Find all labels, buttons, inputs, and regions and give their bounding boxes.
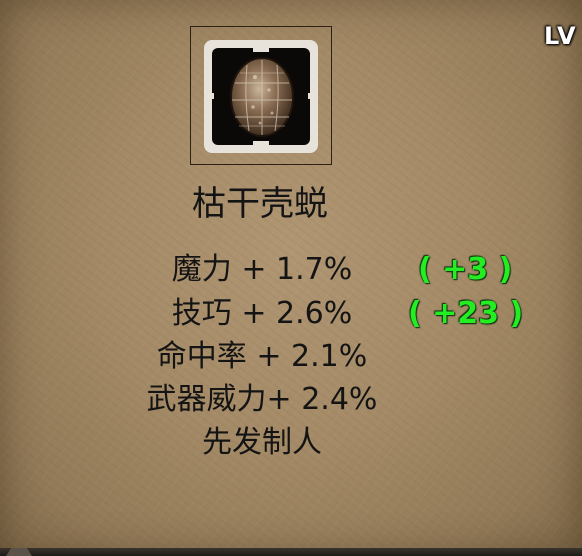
item-name: 枯干壳蜕 [192, 184, 328, 224]
frame-notch [6, 548, 32, 556]
skill-vantage: 先发制人 [202, 425, 322, 460]
slot-notch-top [253, 46, 269, 52]
tortoise-shell-icon[interactable] [227, 55, 297, 139]
stat-hit-rate: 命中率 + 2.1% [156, 339, 368, 374]
stat-weapon-might: 武器威力+ 2.4% [146, 382, 378, 417]
stat-skill-bonus: ( +23 ) [408, 296, 524, 331]
slot-notch-bottom [253, 141, 269, 147]
slot-notch-left [206, 93, 214, 99]
level-badge: LV [544, 22, 577, 50]
item-tooltip-panel: LV 枯干壳蜕 魔力 + 1.7% (+3) 技巧 + 2.6% (+23… [0, 0, 582, 556]
bottom-frame-strip [0, 548, 582, 556]
stat-magic-bonus: ( +3 ) [418, 252, 513, 287]
slot-notch-right [308, 93, 316, 99]
